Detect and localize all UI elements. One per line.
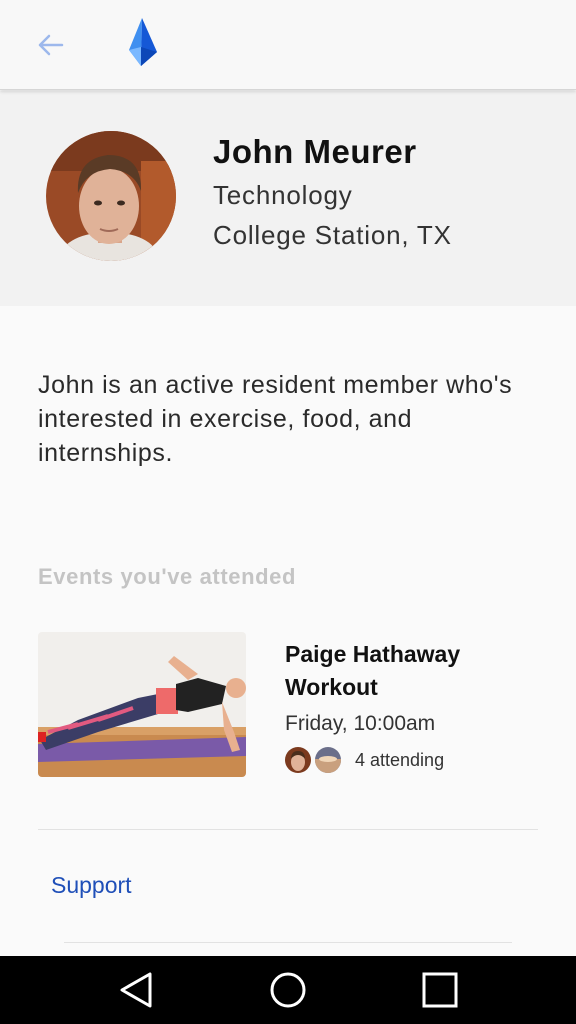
divider <box>38 829 538 830</box>
profile-screen: John Meurer Technology College Station, … <box>0 0 576 1024</box>
divider <box>64 942 512 943</box>
nav-home-icon[interactable] <box>268 970 308 1010</box>
events-section-title: Events you've attended <box>38 564 297 589</box>
arrow-left-icon <box>38 34 64 56</box>
event-photo <box>38 632 246 777</box>
profile-header: John Meurer Technology College Station, … <box>0 91 576 306</box>
event-time: Friday, 10:00am <box>285 712 436 735</box>
back-button[interactable] <box>30 27 70 63</box>
attending-count: 4 attending <box>355 749 445 770</box>
blue-crystal-logo-icon <box>129 18 157 66</box>
profile-bio: John is an active resident member who's … <box>38 371 513 467</box>
avatar <box>46 131 176 261</box>
system-nav-bar <box>0 956 576 1024</box>
attendee-avatar-photo <box>315 747 341 773</box>
profile-photo <box>46 131 176 261</box>
profile-location: College Station, TX <box>213 220 452 250</box>
event-thumbnail <box>38 632 246 777</box>
attendee-avatar <box>315 747 341 773</box>
nav-back-icon[interactable] <box>116 970 156 1010</box>
attendee-avatar <box>285 747 311 773</box>
event-attendees: 4 attending <box>285 746 444 774</box>
profile-department: Technology <box>213 180 353 210</box>
nav-recents-icon[interactable] <box>420 970 460 1010</box>
event-card[interactable]: Paige Hathaway Workout Friday, 10:00am 4… <box>38 632 538 782</box>
profile-name: John Meurer <box>213 133 417 170</box>
support-link[interactable]: Support <box>51 872 132 899</box>
attendee-avatar-photo <box>285 747 311 773</box>
app-bar <box>0 0 576 90</box>
event-title: Paige Hathaway Workout <box>285 641 461 700</box>
